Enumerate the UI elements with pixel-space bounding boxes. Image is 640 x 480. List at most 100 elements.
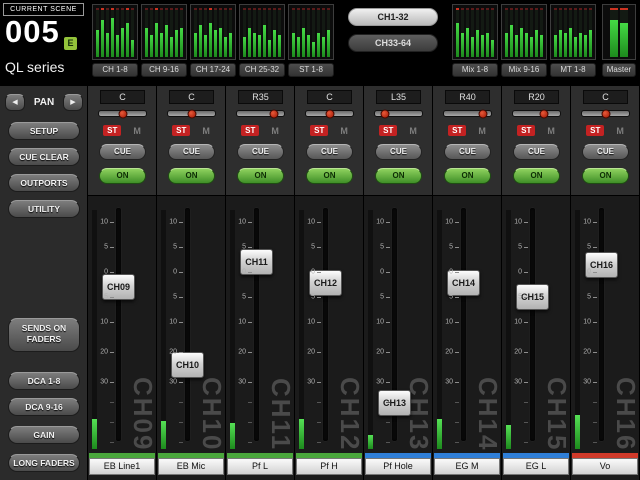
pan-value[interactable]: R35 [238, 90, 283, 104]
on-button[interactable]: ON [168, 168, 215, 184]
fader-groove [254, 208, 259, 441]
channel-name[interactable]: Pf H [296, 458, 362, 475]
pan-knob[interactable] [539, 109, 549, 118]
on-button[interactable]: ON [306, 168, 353, 184]
pan-value[interactable]: C [169, 90, 214, 104]
cue-button[interactable]: CUE [237, 144, 284, 160]
pan-value[interactable]: C [583, 90, 628, 104]
pan-knob[interactable] [187, 109, 196, 118]
channel-name[interactable]: EB Line1 [89, 458, 155, 475]
channel-strip-ch10: C ST M CUE ON CH10 CH10 10 5 0 5 10 20 30 EB Mi… [157, 86, 227, 480]
fader-groove [530, 208, 535, 441]
pan-knob[interactable] [269, 109, 279, 118]
outports-button[interactable]: OUTPORTS [8, 174, 80, 192]
scene-number[interactable]: 005 [5, 14, 60, 50]
stereo-assign-badge[interactable]: ST [448, 125, 467, 136]
pan-slider[interactable] [236, 109, 285, 118]
channel-meter [161, 421, 166, 449]
meter-tab-master[interactable]: Master [602, 63, 636, 77]
stereo-assign-badge[interactable]: ST [379, 125, 398, 136]
utility-button[interactable]: UTILITY [8, 200, 80, 218]
pan-knob[interactable] [380, 109, 390, 118]
pan-knob[interactable] [118, 109, 127, 118]
pan-knob[interactable] [325, 109, 334, 118]
meter-tab-ch1-8[interactable]: CH 1-8 [92, 63, 138, 77]
stereo-assign-badge[interactable]: ST [172, 125, 191, 136]
mono-assign-label[interactable]: M [547, 126, 555, 136]
mono-assign-label[interactable]: M [271, 126, 279, 136]
left-sidebar: ◀ PAN ▶ SETUP CUE CLEAR OUTPORTS UTILITY… [0, 86, 88, 480]
cue-clear-button[interactable]: CUE CLEAR [8, 148, 80, 166]
pan-value[interactable]: C [100, 90, 145, 104]
channel-name[interactable]: Pf L [227, 458, 293, 475]
mono-assign-label[interactable]: M [133, 126, 141, 136]
on-button[interactable]: ON [375, 168, 422, 184]
cue-button[interactable]: CUE [444, 144, 491, 160]
pan-value[interactable]: C [307, 90, 352, 104]
channel-name[interactable]: EB Mic [158, 458, 224, 475]
on-button[interactable]: ON [513, 168, 560, 184]
meter-tab-st1-8[interactable]: ST 1-8 [288, 63, 334, 77]
cue-button[interactable]: CUE [582, 144, 629, 160]
pan-next-button[interactable]: ▶ [63, 94, 83, 111]
pan-slider[interactable] [305, 109, 354, 118]
pan-slider[interactable] [167, 109, 216, 118]
meter-tab-mix9-16[interactable]: Mix 9-16 [501, 63, 547, 77]
stereo-assign-badge[interactable]: ST [310, 125, 329, 136]
stereo-assign-badge[interactable]: ST [241, 125, 260, 136]
meter-tab-ch25-32[interactable]: CH 25-32 [239, 63, 285, 77]
cue-button[interactable]: CUE [168, 144, 215, 160]
stereo-assign-badge[interactable]: ST [586, 125, 605, 136]
meter-block-mix9-16 [501, 4, 547, 60]
pan-slider[interactable] [443, 109, 492, 118]
on-button[interactable]: ON [444, 168, 491, 184]
mono-assign-label[interactable]: M [202, 126, 210, 136]
cue-button[interactable]: CUE [306, 144, 353, 160]
channel-name[interactable]: Pf Hole [365, 458, 431, 475]
gain-button[interactable]: GAIN [8, 426, 80, 444]
cue-button[interactable]: CUE [99, 144, 146, 160]
pan-knob[interactable] [478, 109, 488, 118]
channel-name[interactable]: Vo [572, 458, 638, 475]
meter-tab-mix1-8[interactable]: Mix 1-8 [452, 63, 498, 77]
layer-button-ch33-64[interactable]: CH33-64 [348, 34, 438, 52]
channel-name[interactable]: EG M [434, 458, 500, 475]
layer-button-ch1-32[interactable]: CH1-32 [348, 8, 438, 26]
fader-area: CH12 CH12 10 5 0 5 10 20 30 [295, 196, 365, 453]
dca-1-8-button[interactable]: DCA 1-8 [8, 372, 80, 390]
stereo-assign-badge[interactable]: ST [103, 125, 122, 136]
meter-tab-mt1-8[interactable]: MT 1-8 [550, 63, 596, 77]
pan-slider[interactable] [98, 109, 147, 118]
on-button[interactable]: ON [99, 168, 146, 184]
pan-value[interactable]: R20 [514, 90, 559, 104]
mono-assign-label[interactable]: M [616, 126, 624, 136]
long-faders-button[interactable]: LONG FADERS [8, 454, 80, 472]
setup-button[interactable]: SETUP [8, 122, 80, 140]
pan-knob[interactable] [601, 109, 610, 118]
pan-value[interactable]: L35 [376, 90, 421, 104]
stereo-assign-badge[interactable]: ST [517, 125, 536, 136]
on-button[interactable]: ON [237, 168, 284, 184]
on-button[interactable]: ON [582, 168, 629, 184]
mono-assign-label[interactable]: M [340, 126, 348, 136]
fader-knob[interactable]: CH10 [171, 352, 204, 378]
mono-assign-label[interactable]: M [409, 126, 417, 136]
fader-knob[interactable]: CH13 [378, 390, 411, 416]
dca-9-16-button[interactable]: DCA 9-16 [8, 398, 80, 416]
fader-area: CH10 CH10 10 5 0 5 10 20 30 [157, 196, 227, 453]
cue-button[interactable]: CUE [513, 144, 560, 160]
channel-strip-ch12: C ST M CUE ON CH12 CH12 10 5 0 5 10 20 30 Pf H [295, 86, 365, 480]
channel-id-watermark: CH11 [266, 377, 296, 451]
channel-id-watermark: CH14 [473, 376, 503, 451]
pan-slider[interactable] [512, 109, 561, 118]
cue-button[interactable]: CUE [375, 144, 422, 160]
pan-slider[interactable] [581, 109, 630, 118]
meter-tab-ch9-16[interactable]: CH 9-16 [141, 63, 187, 77]
pan-value[interactable]: R40 [445, 90, 490, 104]
sends-on-faders-button[interactable]: SENDS ON FADERS [8, 318, 80, 352]
mono-assign-label[interactable]: M [478, 126, 486, 136]
meter-tab-ch17-24[interactable]: CH 17-24 [190, 63, 236, 77]
channel-name[interactable]: EG L [503, 458, 569, 475]
pan-slider[interactable] [374, 109, 423, 118]
fader-groove [323, 208, 328, 441]
